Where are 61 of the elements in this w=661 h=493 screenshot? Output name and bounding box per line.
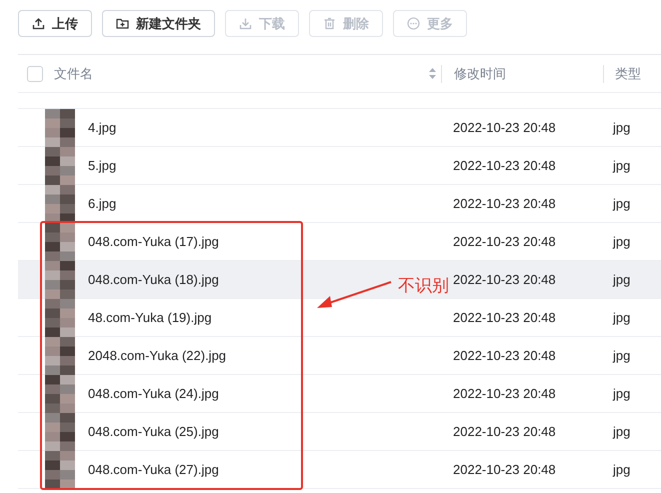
modified-time: 2022-10-23 20:48 bbox=[452, 386, 556, 401]
trash-icon bbox=[323, 17, 336, 30]
modified-time: 2022-10-23 20:48 bbox=[452, 310, 556, 325]
file-type: jpg bbox=[612, 120, 630, 135]
annotation-text: 不识别 bbox=[398, 275, 449, 297]
file-type: jpg bbox=[612, 348, 630, 363]
toolbar-button[interactable]: 新建文件夹 bbox=[102, 10, 215, 37]
file-type: jpg bbox=[612, 272, 630, 287]
folder-plus-icon bbox=[116, 17, 129, 30]
file-name: 048.com-Yuka (27).jpg bbox=[88, 462, 219, 477]
file-name: 048.com-Yuka (17).jpg bbox=[88, 234, 219, 249]
modified-time: 2022-10-23 20:48 bbox=[452, 158, 556, 173]
file-type: jpg bbox=[612, 234, 630, 249]
sort-icon[interactable] bbox=[428, 67, 437, 80]
file-row[interactable]: 5.jpg 2022-10-23 20:48 jpg bbox=[18, 147, 661, 185]
pixelated-thumbnail bbox=[45, 374, 75, 412]
download-icon bbox=[239, 17, 252, 30]
file-row[interactable]: 048.com-Yuka (24).jpg 2022-10-23 20:48 jpg bbox=[18, 375, 661, 413]
file-name: 48.com-Yuka (19).jpg bbox=[88, 310, 212, 325]
upload-icon bbox=[32, 17, 45, 30]
pixelated-thumbnail bbox=[45, 108, 75, 146]
modified-time: 2022-10-23 20:48 bbox=[452, 272, 556, 287]
pixelated-thumbnail bbox=[45, 260, 75, 298]
more-icon bbox=[407, 17, 420, 30]
file-type: jpg bbox=[612, 158, 630, 173]
modified-time: 2022-10-23 20:48 bbox=[452, 424, 556, 439]
modified-time: 2022-10-23 20:48 bbox=[452, 196, 556, 211]
pixelated-thumbnail bbox=[45, 298, 75, 336]
file-row[interactable]: 048.com-Yuka (27).jpg 2022-10-23 20:48 jpg bbox=[18, 451, 661, 489]
pixelated-thumbnail bbox=[45, 184, 75, 222]
file-type: jpg bbox=[612, 424, 630, 439]
file-type: jpg bbox=[612, 462, 630, 477]
pixelated-thumbnail bbox=[45, 412, 75, 450]
file-name: 048.com-Yuka (18).jpg bbox=[88, 272, 219, 287]
pixelated-thumbnail bbox=[45, 146, 75, 184]
modified-time: 2022-10-23 20:48 bbox=[452, 462, 556, 477]
file-name: 2048.com-Yuka (22).jpg bbox=[88, 348, 226, 363]
file-name: 048.com-Yuka (25).jpg bbox=[88, 424, 219, 439]
file-type: jpg bbox=[612, 196, 630, 211]
modified-time: 2022-10-23 20:48 bbox=[452, 348, 556, 363]
toolbar-button[interactable]: 上传 bbox=[18, 10, 92, 37]
modified-time: 2022-10-23 20:48 bbox=[452, 120, 556, 135]
file-name: 5.jpg bbox=[88, 158, 116, 173]
file-row[interactable]: 2048.com-Yuka (22).jpg 2022-10-23 20:48 jpg bbox=[18, 337, 661, 375]
file-type: jpg bbox=[612, 310, 630, 325]
pixelated-thumbnail bbox=[45, 336, 75, 374]
file-row[interactable]: 4.jpg 2022-10-23 20:48 jpg bbox=[18, 109, 661, 147]
file-type: jpg bbox=[612, 386, 630, 401]
column-header: 修改时间 bbox=[453, 66, 506, 80]
file-name: 048.com-Yuka (24).jpg bbox=[88, 386, 219, 401]
column-header: 类型 bbox=[614, 66, 641, 80]
column-header: 文件名 bbox=[54, 64, 93, 82]
modified-time: 2022-10-23 20:48 bbox=[452, 234, 556, 249]
file-row[interactable]: 048.com-Yuka (25).jpg 2022-10-23 20:48 jpg bbox=[18, 413, 661, 451]
file-name: 6.jpg bbox=[88, 196, 116, 211]
file-row[interactable]: 48.com-Yuka (19).jpg 2022-10-23 20:48 jpg bbox=[18, 299, 661, 337]
pixelated-thumbnail bbox=[45, 450, 75, 488]
select-all-checkbox[interactable] bbox=[27, 66, 43, 82]
pixelated-thumbnail bbox=[45, 222, 75, 260]
file-name: 4.jpg bbox=[88, 120, 116, 135]
file-row[interactable]: 6.jpg 2022-10-23 20:48 jpg bbox=[18, 185, 661, 223]
